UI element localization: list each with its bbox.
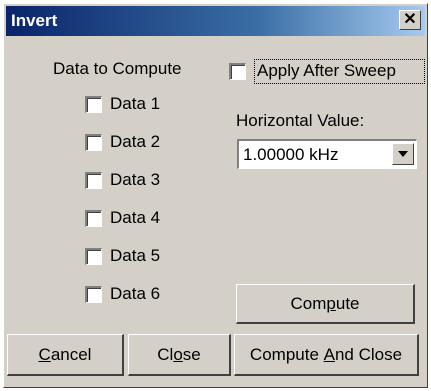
data-3-checkbox[interactable] — [85, 172, 102, 189]
horizontal-value-label: Horizontal Value: — [236, 111, 365, 130]
apply-after-sweep-checkbox[interactable] — [229, 63, 246, 80]
data-5-checkbox[interactable] — [85, 248, 102, 265]
chevron-down-icon — [398, 151, 408, 157]
cancel-label-post: ancel — [50, 344, 92, 364]
data-4-label: Data 4 — [110, 208, 161, 227]
apply-after-sweep-label[interactable]: Apply After Sweep — [257, 61, 396, 81]
compute-label-post: ute — [335, 293, 360, 313]
data-2-checkbox[interactable] — [85, 134, 102, 151]
close-icon: ✕ — [403, 11, 417, 28]
data-6-checkbox[interactable] — [85, 286, 102, 303]
compute-and-close-label-pre: Compute — [249, 344, 324, 364]
close-label-mnemonic: o — [173, 344, 183, 364]
data-5-label: Data 5 — [110, 246, 161, 265]
close-button[interactable]: Cl o se — [128, 334, 231, 376]
compute-and-close-label-post: nd Close — [334, 344, 403, 364]
title-bar[interactable]: Invert ✕ — [6, 6, 425, 36]
compute-label-mnemonic: p — [326, 293, 336, 313]
data-1-label: Data 1 — [110, 94, 161, 113]
cancel-label-mnemonic: C — [38, 344, 51, 364]
compute-label-pre: Com — [290, 293, 327, 313]
data-4-checkbox[interactable] — [85, 210, 102, 227]
invert-dialog: Invert ✕ Data to Compute Data 1 Data 2 D… — [3, 3, 428, 388]
data-6-label: Data 6 — [110, 284, 161, 303]
compute-and-close-label-mnemonic: A — [323, 344, 335, 364]
dropdown-button[interactable] — [392, 143, 414, 165]
data-3-label: Data 3 — [110, 170, 161, 189]
cancel-button[interactable]: Cancel — [7, 334, 124, 376]
data-2-label: Data 2 — [110, 132, 161, 151]
window-title: Invert — [11, 11, 58, 30]
data-to-compute-heading: Data to Compute — [53, 59, 182, 78]
close-label-pre: Cl — [157, 344, 174, 364]
compute-button[interactable]: Com p ute — [236, 284, 415, 324]
compute-and-close-button[interactable]: Compute And Close — [234, 334, 419, 376]
close-label-post: se — [182, 344, 201, 364]
horizontal-value-select[interactable]: 1.00000 kHz — [237, 139, 417, 169]
data-1-checkbox[interactable] — [85, 96, 102, 113]
close-window-button[interactable]: ✕ — [399, 10, 421, 30]
horizontal-value-selected: 1.00000 kHz — [243, 145, 339, 164]
